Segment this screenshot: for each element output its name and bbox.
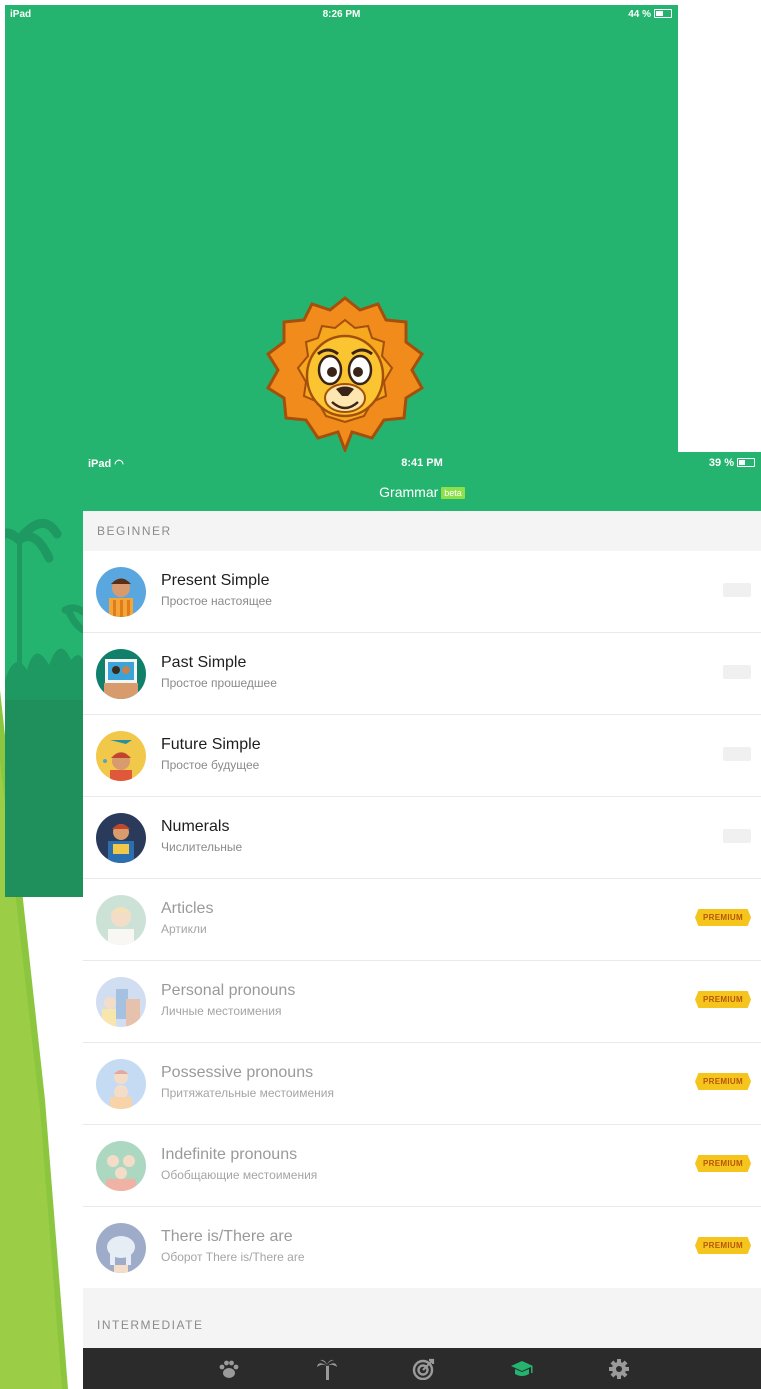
lesson-avatar	[96, 567, 146, 617]
status-bar: iPad ◠ 8:41 PM 39 %	[83, 452, 761, 474]
beta-badge: beta	[441, 487, 465, 499]
status-time: 8:26 PM	[322, 9, 361, 20]
battery-icon	[737, 458, 755, 467]
section-header-beginner: BEGINNER	[83, 511, 761, 551]
battery-percent: 39 %	[708, 457, 734, 469]
lesson-avatar	[96, 977, 146, 1027]
target-icon[interactable]	[412, 1358, 436, 1380]
lesson-subtitle: Простое прошедшее	[161, 676, 277, 690]
page-title-text: Grammar	[379, 484, 439, 500]
lesson-title: Personal pronouns	[161, 982, 296, 999]
lesson-status-indicator	[723, 583, 751, 597]
premium-badge: PREMIUM	[695, 991, 751, 1008]
lesson-title: Indefinite pronouns	[161, 1146, 298, 1163]
lesson-title: There is/There are	[161, 1228, 293, 1245]
premium-badge: PREMIUM	[695, 909, 751, 926]
lesson-row-indefinite-pronouns[interactable]: Indefinite pronouns Обобщающие местоимен…	[83, 1125, 761, 1207]
grammar-screenshot: iPad ◠ 8:41 PM 39 % Grammar beta BEGINNER…	[83, 452, 761, 1389]
lesson-row-possessive-pronouns[interactable]: Possessive pronouns Притяжательные место…	[83, 1043, 761, 1125]
lesson-status-indicator	[723, 829, 751, 843]
lesson-list: Present Simple Простое настоящее Past Si…	[83, 551, 761, 1288]
lesson-avatar	[96, 731, 146, 781]
lesson-row-articles[interactable]: Articles Артикли PREMIUM	[83, 879, 761, 961]
lesson-row-there-is-there-are[interactable]: There is/There are Оборот There is/There…	[83, 1207, 761, 1288]
lesson-row-numerals[interactable]: Numerals Числительные	[83, 797, 761, 879]
gear-icon[interactable]	[607, 1358, 631, 1380]
jungle-silhouette	[5, 519, 83, 897]
graduation-cap-icon[interactable]	[510, 1358, 534, 1380]
page-title: Grammar beta	[83, 484, 761, 500]
lesson-title: Numerals	[161, 818, 230, 835]
lesson-subtitle: Простое будущее	[161, 758, 260, 772]
section-header-intermediate: INTERMEDIATE	[83, 1305, 761, 1345]
app-header: iPad ◠ 8:41 PM 39 % Grammar beta	[83, 452, 761, 511]
lesson-title: Articles	[161, 900, 214, 917]
lion-mascot-logo	[265, 296, 425, 455]
lesson-subtitle: Обобщающие местоимения	[161, 1168, 318, 1182]
lesson-avatar	[96, 1059, 146, 1109]
lesson-row-present-simple[interactable]: Present Simple Простое настоящее	[83, 551, 761, 633]
lesson-row-past-simple[interactable]: Past Simple Простое прошедшее	[83, 633, 761, 715]
lesson-avatar	[96, 649, 146, 699]
premium-badge: PREMIUM	[695, 1073, 751, 1090]
lesson-subtitle: Числительные	[161, 840, 243, 854]
lesson-row-future-simple[interactable]: Future Simple Простое будущее	[83, 715, 761, 797]
battery-percent: 44 %	[628, 9, 651, 20]
lesson-title: Present Simple	[161, 572, 270, 589]
section-label: INTERMEDIATE	[97, 1318, 204, 1332]
section-label: BEGINNER	[97, 524, 172, 538]
lesson-row-personal-pronouns[interactable]: Personal pronouns Личные местоимения PRE…	[83, 961, 761, 1043]
lesson-subtitle: Артикли	[161, 922, 207, 936]
palm-tree-icon[interactable]	[315, 1358, 339, 1380]
battery-indicator: 44 %	[628, 9, 672, 20]
lesson-avatar	[96, 813, 146, 863]
status-time: 8:41 PM	[401, 457, 443, 469]
lesson-title: Past Simple	[161, 654, 247, 671]
lesson-avatar	[96, 1141, 146, 1191]
lesson-subtitle: Притяжательные местоимения	[161, 1086, 334, 1100]
paw-icon[interactable]	[217, 1358, 241, 1380]
lesson-subtitle: Оборот There is/There are	[161, 1250, 305, 1264]
premium-badge: PREMIUM	[695, 1155, 751, 1172]
lesson-status-indicator	[723, 665, 751, 679]
lesson-avatar	[96, 895, 146, 945]
status-bar: iPad 8:26 PM 44 %	[5, 5, 678, 23]
lesson-title: Future Simple	[161, 736, 261, 753]
lesson-status-indicator	[723, 747, 751, 761]
lesson-subtitle: Личные местоимения	[161, 1004, 282, 1018]
lesson-avatar	[96, 1223, 146, 1273]
battery-icon	[654, 9, 672, 18]
battery-indicator: 39 %	[709, 457, 755, 469]
lesson-subtitle: Простое настоящее	[161, 594, 272, 608]
lesson-title: Possessive pronouns	[161, 1064, 314, 1081]
premium-badge: PREMIUM	[695, 1237, 751, 1254]
tab-bar	[83, 1348, 761, 1389]
